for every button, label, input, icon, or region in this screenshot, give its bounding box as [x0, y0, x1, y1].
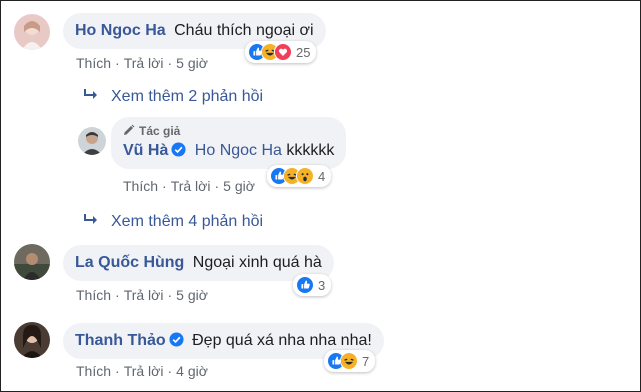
- comment-time[interactable]: 5 giờ: [176, 55, 208, 71]
- comment-section: Ho Ngoc Ha Cháu thích ngoại ơi 25 Thích ·…: [0, 0, 641, 392]
- reaction-summary[interactable]: 3: [293, 274, 332, 296]
- view-more-replies-link[interactable]: Xem thêm 2 phản hồi: [83, 88, 263, 106]
- reaction-count: 7: [362, 353, 370, 369]
- comment-actions: Thích · Trả lời · 5 giờ: [76, 287, 208, 303]
- comment-actions: Thích · Trả lời · 5 giờ: [76, 55, 208, 71]
- comment-author[interactable]: La Quốc Hùng: [75, 254, 184, 271]
- comment-time[interactable]: 5 giờ: [176, 287, 208, 303]
- reply-arrow-icon: [84, 214, 97, 224]
- avatar[interactable]: [14, 322, 50, 358]
- mentioned-user[interactable]: Ho Ngoc Ha: [195, 142, 282, 159]
- reaction-summary[interactable]: 7: [324, 350, 376, 372]
- comment-text: Đẹp quá xá nha nha nha!: [192, 332, 372, 349]
- reaction-count: 4: [318, 168, 326, 184]
- verified-badge-icon: [171, 142, 186, 157]
- view-more-replies-label: Xem thêm 2 phản hồi: [111, 88, 264, 105]
- reply-text: kkkkkk: [286, 142, 335, 159]
- comment-time[interactable]: 4 giờ: [176, 363, 208, 379]
- reaction-summary[interactable]: 4: [267, 165, 332, 187]
- like-icon: [296, 276, 314, 294]
- comment-text: Cháu thích ngoại ơi: [174, 22, 314, 39]
- reply-button[interactable]: Trả lời: [124, 55, 164, 71]
- reply-actions: Thích · Trả lời · 5 giờ: [123, 178, 255, 194]
- like-button[interactable]: Thích: [76, 363, 111, 379]
- comment-author[interactable]: Ho Ngoc Ha: [75, 22, 166, 39]
- like-button[interactable]: Thích: [123, 178, 158, 194]
- reaction-count: 25: [296, 44, 311, 60]
- comment-text: Ngoại xinh quá hà: [192, 254, 322, 271]
- avatar[interactable]: [14, 244, 50, 280]
- love-icon: [274, 43, 292, 61]
- like-button[interactable]: Thích: [76, 55, 111, 71]
- avatar[interactable]: [14, 14, 50, 50]
- reaction-count: 3: [318, 277, 326, 293]
- reaction-summary[interactable]: 25: [245, 41, 317, 63]
- reply-button[interactable]: Trả lời: [124, 363, 164, 379]
- reply-button[interactable]: Trả lời: [124, 287, 164, 303]
- author-tag-label: Tác giả: [139, 124, 181, 138]
- reply-button[interactable]: Trả lời: [171, 178, 211, 194]
- reply-arrow-icon: [84, 89, 97, 99]
- view-more-replies-label: Xem thêm 4 phản hồi: [111, 213, 264, 230]
- comment-author[interactable]: Thanh Thảo: [75, 332, 166, 349]
- like-button[interactable]: Thích: [76, 287, 111, 303]
- reply-bubble: Tác giả Vũ Hà Ho Ngoc Ha kkkkkk: [111, 117, 347, 169]
- comment-actions: Thích · Trả lời · 4 giờ: [76, 363, 208, 379]
- wow-icon: [296, 167, 314, 185]
- author-tag: Tác giả: [123, 123, 334, 139]
- comment-bubble: La Quốc Hùng Ngoại xinh quá hà: [63, 245, 334, 281]
- view-more-replies-link[interactable]: Xem thêm 4 phản hồi: [83, 213, 263, 231]
- verified-badge-icon: [169, 332, 184, 347]
- haha-icon: [340, 352, 358, 370]
- comment-time[interactable]: 5 giờ: [223, 178, 255, 194]
- reply-author[interactable]: Vũ Hà: [123, 142, 168, 159]
- pencil-icon: [124, 124, 135, 135]
- avatar[interactable]: [78, 127, 106, 155]
